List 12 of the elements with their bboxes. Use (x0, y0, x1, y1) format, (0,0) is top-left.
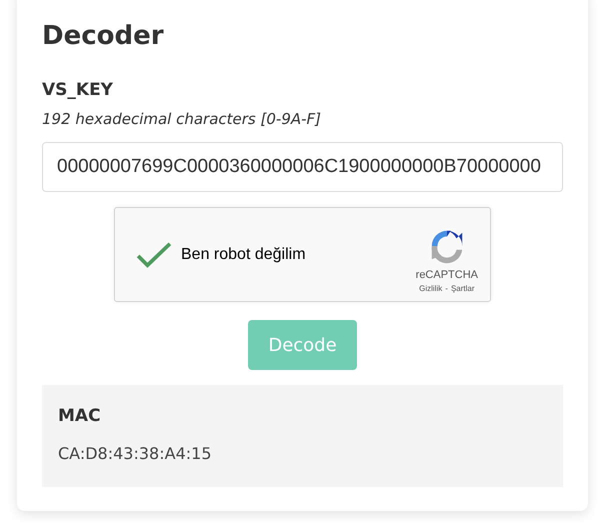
field-label: VS_KEY (42, 79, 114, 102)
brand-name: reCAPTCHA (416, 268, 478, 280)
link-separator: - (445, 284, 448, 292)
result-value: CA:D8:43:38:A4:15 (58, 443, 212, 465)
key-input-field[interactable]: 00000007699C0000360000006C1900000000B70000000 (42, 142, 563, 192)
privacy-link[interactable]: Gizlilik (419, 284, 442, 292)
terms-link[interactable]: Şartlar (450, 284, 474, 292)
result-label: MAC (58, 405, 102, 428)
page-title: Decoder (42, 20, 165, 53)
checkmark-icon[interactable] (135, 240, 173, 268)
field-hint: 192 hexadecimal characters [0-9A-F] (42, 109, 322, 130)
captcha-label: Ben robot değilim (181, 246, 307, 264)
